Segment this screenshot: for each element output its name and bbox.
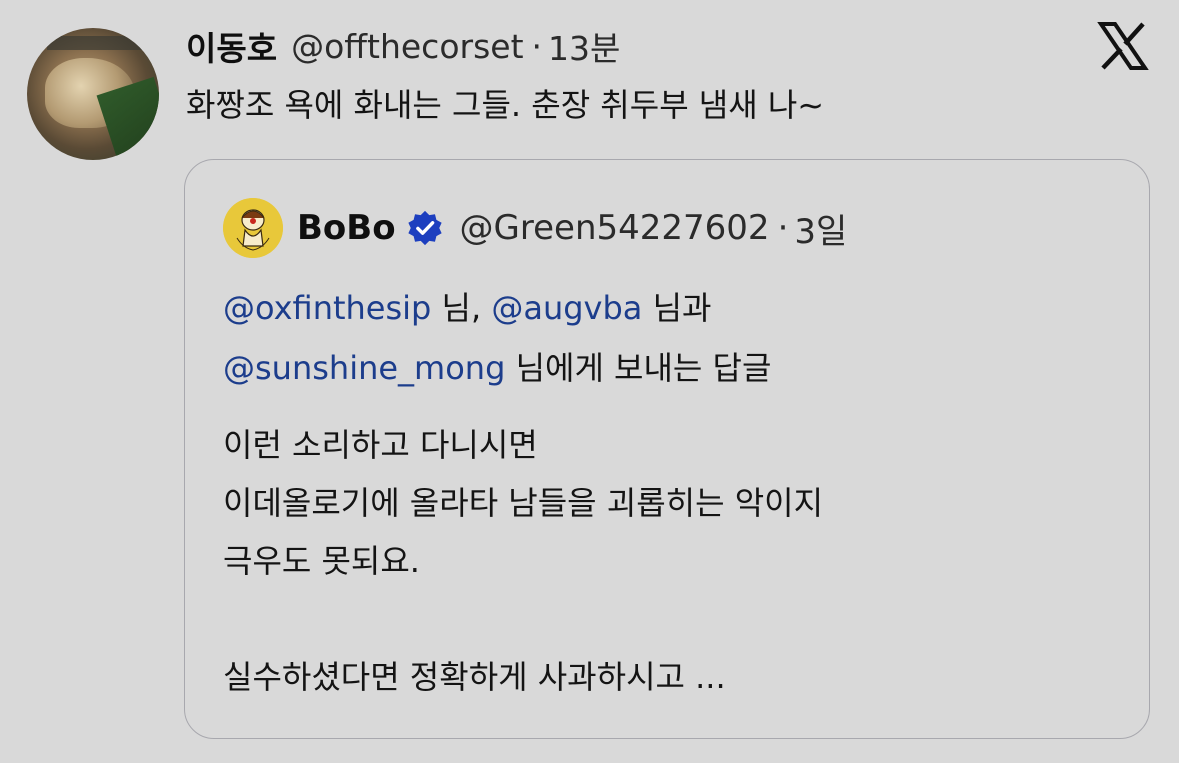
quoted-tweet-card[interactable]: BoBo @Green54227602 · 3일 @oxfinthesip 님,… <box>184 159 1150 739</box>
reply-context-text: 님과 <box>642 289 712 327</box>
author-name[interactable]: 이동호 <box>186 22 277 70</box>
separator-dot: · <box>531 26 543 66</box>
mention-link[interactable]: @augvba <box>491 289 642 327</box>
body-line: 극우도 못되요. <box>223 542 420 580</box>
avatar-stripe <box>47 36 147 50</box>
mention-link[interactable]: @oxfinthesip <box>223 289 431 327</box>
post-header: 이동호 @offthecorset · 13분 <box>186 22 620 70</box>
post-time[interactable]: 13분 <box>548 22 620 70</box>
body-line: 이데올로기에 올라타 남들을 괴롭히는 악이지 <box>223 484 824 522</box>
author-avatar[interactable] <box>27 28 159 160</box>
reply-context-line-1: @oxfinthesip 님, @augvba 님과 <box>223 278 771 338</box>
quoted-time[interactable]: 3일 <box>794 204 847 253</box>
mention-link[interactable]: @sunshine_mong <box>223 349 505 387</box>
avatar-drawing <box>223 198 283 258</box>
post-text: 화짱조 욕에 화내는 그들. 춘장 취두부 냄새 나~ <box>186 86 825 124</box>
reply-context-line-2: @sunshine_mong 님에게 보내는 답글 <box>223 338 771 398</box>
reply-context-text: 님에게 보내는 답글 <box>505 349 772 387</box>
quoted-separator-dot: · <box>777 208 789 248</box>
quoted-author-handle[interactable]: @Green54227602 <box>460 208 770 248</box>
reply-context: @oxfinthesip 님, @augvba 님과 @sunshine_mon… <box>223 278 771 398</box>
quoted-tweet-body: 이런 소리하고 다니시면 이데올로기에 올라타 남들을 괴롭히는 악이지 극우도… <box>223 416 823 706</box>
quoted-author-name[interactable]: BoBo <box>297 208 396 248</box>
body-line: 실수하셨다면 정확하게 사과하시고 ... <box>223 658 726 696</box>
author-handle[interactable]: @offthecorset <box>291 27 523 66</box>
quote-post: 이동호 @offthecorset · 13분 화짱조 욕에 화내는 그들. 춘… <box>0 0 1179 763</box>
body-line: 이런 소리하고 다니시면 <box>223 426 538 464</box>
x-logo-icon[interactable] <box>1097 20 1149 72</box>
verified-badge-icon <box>407 210 442 246</box>
reply-context-text: 님, <box>431 289 492 327</box>
quoted-header: BoBo @Green54227602 · 3일 <box>297 204 847 252</box>
quoted-author-avatar[interactable] <box>223 198 283 258</box>
